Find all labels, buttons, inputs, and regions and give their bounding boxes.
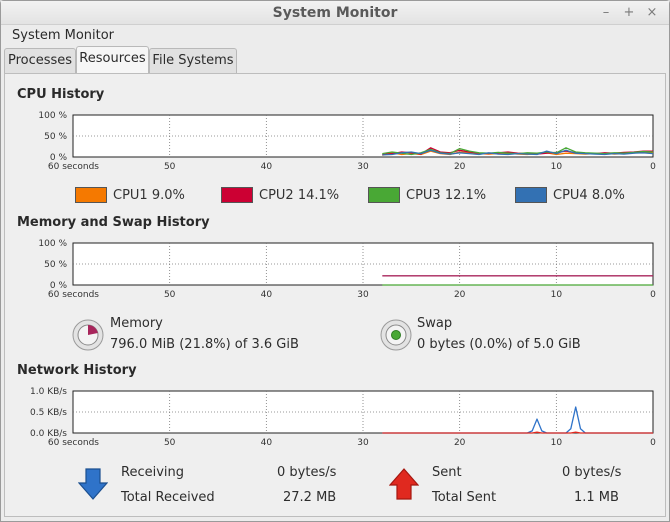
swap-value: 0 bytes (0.0%) of 5.0 GiB [417, 337, 581, 352]
memory-swap-chart: 100 % 50 % 0 % 60 seconds 50 40 30 20 10 0 [5, 238, 665, 308]
cpu-history-chart: 100 % 50 % 0 % 60 seconds 50 40 30 20 10 0 [5, 110, 665, 180]
net-x-tick: 40 [261, 438, 273, 448]
cpu-x-tick: 20 [454, 162, 466, 172]
memory-pie-icon [72, 319, 104, 351]
cpu4-legend-label: CPU4 8.0% [553, 188, 625, 203]
net-x-tick: 30 [357, 438, 369, 448]
cpu1-legend-label: CPU1 9.0% [113, 188, 185, 203]
cpu-x-tick: 10 [551, 162, 563, 172]
cpu3-color-swatch[interactable] [368, 187, 400, 203]
menu-bar: System Monitor [1, 25, 669, 47]
memory-swap-title: Memory and Swap History [17, 215, 210, 230]
title-bar[interactable]: System Monitor – + × [1, 1, 669, 25]
net-x-tick: 20 [454, 438, 466, 448]
download-arrow-icon [78, 468, 108, 500]
receiving-label: Receiving [121, 465, 185, 480]
network-history-graph: 1.0 KB/s0.5 KB/s0.0 KB/s60 seconds 50 40 30… [30, 387, 656, 448]
resources-panel: CPU History 100 % 50 % 0 % 60 seconds 50 40 30… [4, 73, 666, 517]
menu-system-monitor[interactable]: System Monitor [12, 28, 114, 43]
tab-file-systems[interactable]: File Systems [149, 48, 237, 73]
maximize-button[interactable]: + [622, 5, 636, 20]
cpu-history-graph: 100 %50 %0 %60 seconds 50 40 30 20 10 0 [38, 111, 656, 172]
swap-label: Swap [417, 316, 453, 331]
mem-x-tick: 40 [261, 290, 273, 300]
total-received-label: Total Received [121, 490, 215, 505]
cpu-history-title: CPU History [17, 87, 105, 102]
tab-resources[interactable]: Resources [76, 46, 149, 73]
cpu3-legend-label: CPU3 12.1% [406, 188, 487, 203]
net-x-tick: 50 [164, 438, 176, 448]
sent-value: 0 bytes/s [562, 465, 622, 480]
cpu2-color-swatch[interactable] [221, 187, 253, 203]
mem-x-tick: 50 [164, 290, 176, 300]
tab-processes[interactable]: Processes [4, 48, 76, 73]
mem-x-tick: 20 [454, 290, 466, 300]
cpu-x-tick: 40 [261, 162, 273, 172]
upload-arrow-icon [389, 468, 419, 500]
system-monitor-window: System Monitor – + × System Monitor Proc… [0, 0, 670, 522]
total-sent-label: Total Sent [432, 490, 497, 505]
cpu-x-tick: 50 [164, 162, 176, 172]
minimize-button[interactable]: – [599, 5, 613, 20]
total-received-value: 27.2 MB [283, 490, 337, 505]
sent-label: Sent [432, 465, 462, 480]
mem-y-tick: 50 % [44, 260, 67, 270]
memory-label: Memory [110, 316, 163, 331]
cpu-x-tick: 30 [357, 162, 369, 172]
network-history-title: Network History [17, 363, 137, 378]
mem-x-tick: 60 seconds [48, 290, 99, 300]
cpu-y-tick: 50 % [44, 132, 67, 142]
cpu2-legend-label: CPU2 14.1% [259, 188, 340, 203]
receiving-value: 0 bytes/s [277, 465, 337, 480]
memory-value: 796.0 MiB (21.8%) of 3.6 GiB [110, 337, 299, 352]
mem-x-tick: 0 [650, 290, 656, 300]
close-button[interactable]: × [645, 5, 659, 20]
total-sent-value: 1.1 MB [574, 490, 619, 505]
net-x-tick: 10 [551, 438, 563, 448]
net-y-tick: 0.5 KB/s [30, 408, 67, 418]
mem-x-tick: 30 [357, 290, 369, 300]
swap-pie-icon [380, 319, 412, 351]
mem-y-tick: 100 % [38, 239, 67, 249]
net-x-tick: 0 [650, 438, 656, 448]
network-history-chart: 1.0 KB/s 0.5 KB/s 0.0 KB/s 60 seconds 50 40 30… [5, 386, 665, 456]
cpu1-color-swatch[interactable] [75, 187, 107, 203]
net-x-tick: 60 seconds [48, 438, 99, 448]
cpu-x-tick: 60 seconds [48, 162, 99, 172]
cpu4-color-swatch[interactable] [515, 187, 547, 203]
window-title: System Monitor [272, 5, 398, 21]
cpu-y-tick: 100 % [38, 111, 67, 121]
mem-x-tick: 10 [551, 290, 563, 300]
net-y-tick: 1.0 KB/s [30, 387, 67, 397]
cpu-x-tick: 0 [650, 162, 656, 172]
memory-swap-graph: 100 %50 %0 %60 seconds 50 40 30 20 10 0 [38, 239, 656, 300]
